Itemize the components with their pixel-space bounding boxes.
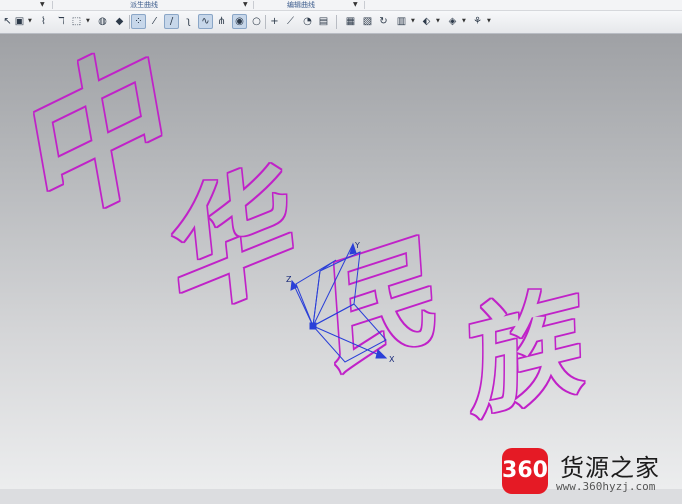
select-icon[interactable]: ▣ [12,14,27,29]
cube-view-icon[interactable]: ◈ [445,14,460,29]
chevron-down-icon[interactable]: ▼ [353,0,358,10]
divider [129,15,130,29]
paint-icon[interactable]: ⚘ [470,14,485,29]
divider [336,15,337,29]
graphics-viewport[interactable]: 中 华 民 族 X Y Z 360 货源之家 www.360hyzj.com [0,34,682,494]
group-label-derived-curve[interactable]: 派生曲线 [130,0,158,10]
line-icon[interactable]: ⁄ [147,14,162,29]
shaded-sphere-icon[interactable]: ◍ [95,14,110,29]
group-label-edit-curve[interactable]: 编辑曲线 [287,0,315,10]
origin-marker[interactable] [309,322,317,330]
circle-icon[interactable]: ○ [249,14,264,29]
arrange-icon[interactable]: ⬖ [419,14,434,29]
fan-icon[interactable]: ⋔ [214,14,229,29]
cube-icon[interactable]: ◆ [112,14,127,29]
slash-icon[interactable]: ⟋ [283,14,298,29]
chevron-down-icon[interactable]: ▼ [86,14,90,29]
window-b-icon[interactable]: ▧ [360,14,375,29]
tool-a-icon[interactable]: ⌇ [36,14,51,29]
chevron-down-icon[interactable]: ▼ [436,14,440,29]
curve-character-hua: 华 [165,140,302,345]
chevron-down-icon[interactable]: ▼ [462,14,466,29]
divider [364,1,365,9]
chevron-down-icon[interactable]: ▼ [487,14,491,29]
circle-target-icon[interactable]: ◉ [232,14,247,29]
chevron-down-icon[interactable]: ▼ [411,14,415,29]
chevron-down-icon[interactable]: ▼ [28,14,32,29]
table-icon[interactable]: ▥ [394,14,409,29]
curve-character-zhong: 中 [17,34,183,259]
curve-character-min: 民 [322,216,444,393]
rotate-icon[interactable]: ↻ [376,14,391,29]
z-axis-label: Z [286,275,292,284]
watermark-logo: 360 [502,448,548,494]
book-icon[interactable]: ▤ [316,14,331,29]
curve-character-zu: 族 [466,269,586,438]
menu-strip: ▼ 派生曲线 ▼ 编辑曲线 ▼ [0,0,682,11]
spline-icon[interactable]: ∿ [198,14,213,29]
x-axis-label: X [389,355,395,364]
point-set-icon[interactable]: ⁘ [131,14,146,29]
chevron-down-icon[interactable]: ▼ [243,0,248,10]
divider [52,1,53,9]
window-a-icon[interactable]: ▦ [343,14,358,29]
watermark: 360 货源之家 www.360hyzj.com [498,440,682,504]
divider [265,15,266,29]
line-diagonal-icon[interactable]: / [164,14,179,29]
cross-icon[interactable]: + [267,14,282,29]
viewport-scene: 中 华 民 族 X Y Z [17,34,586,438]
arc-icon[interactable]: ʅ [181,14,196,29]
divider [253,1,254,9]
chevron-down-icon[interactable]: ▼ [40,0,45,10]
watermark-site-name: 货源之家 [560,454,660,482]
shape-icon[interactable]: ◔ [300,14,315,29]
toolbar: ↖ ▣ ▼ ⌇ ℸ ⬚ ▼ ◍ ◆ ⁘ ⁄ / ʅ ∿ ⋔ ◉ ○ + ⟋ ◔ … [0,11,682,34]
watermark-url: www.360hyzj.com [556,480,656,493]
rectangle-select-icon[interactable]: ⬚ [69,14,84,29]
tool-b-icon[interactable]: ℸ [54,14,69,29]
y-axis-label: Y [354,241,360,250]
